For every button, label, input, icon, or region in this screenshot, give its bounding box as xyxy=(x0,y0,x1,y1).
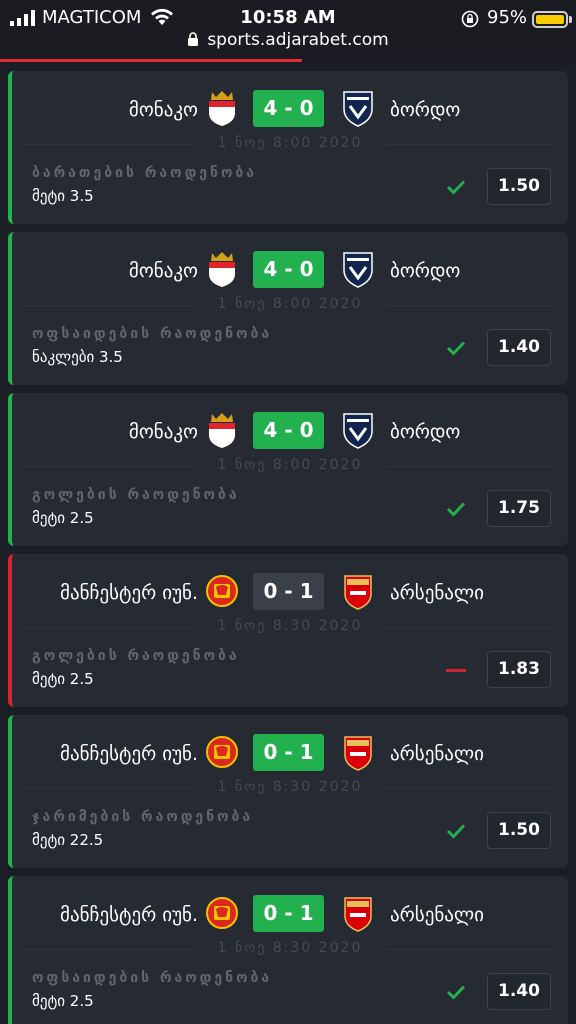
bet-selection: მეტი 2.5 xyxy=(32,509,94,527)
home-team-name: მანჩესტერ იუნ. xyxy=(60,743,198,765)
check-icon xyxy=(446,341,466,356)
bordeaux-crest-icon xyxy=(343,413,373,449)
status-bar: MAGTICOM 10:58 AM 95% sports.adjarabet.c… xyxy=(0,0,576,62)
home-team-name: მონაკო xyxy=(128,260,198,282)
away-team-name: არსენალი xyxy=(390,582,484,604)
odds-button[interactable]: 1.40 xyxy=(487,329,551,366)
address-bar[interactable]: sports.adjarabet.com xyxy=(0,30,576,50)
away-team-name: ბორდო xyxy=(390,99,461,121)
match-date: 1 ნოე 8:00 2020 xyxy=(12,457,568,473)
match-score: 4 - 0 xyxy=(253,412,324,449)
home-team-name: მონაკო xyxy=(128,99,198,121)
dash-icon xyxy=(446,669,466,672)
bet-selection: მეტი 3.5 xyxy=(32,187,94,205)
monaco-crest-icon xyxy=(209,91,235,126)
bet-card[interactable]: მონაკო 4 - 0 ბორდო 1 ნოე 8:00 2020 გოლებ… xyxy=(8,393,568,546)
match-date: 1 ნოე 8:00 2020 xyxy=(12,135,568,151)
bet-market: ჯარიმების რაოდენობა xyxy=(32,809,254,825)
bet-card[interactable]: მანჩესტერ იუნ. 0 - 1 არსენალი 1 ნოე 8:30… xyxy=(8,554,568,707)
away-team-name: ბორდო xyxy=(390,260,461,282)
odds-button[interactable]: 1.50 xyxy=(487,812,551,849)
man-utd-crest-icon xyxy=(206,575,238,607)
match-score: 4 - 0 xyxy=(253,251,324,288)
lock-icon xyxy=(188,32,199,46)
rotation-lock-icon xyxy=(461,10,479,28)
bordeaux-crest-icon xyxy=(343,91,373,127)
match-score: 0 - 1 xyxy=(253,895,324,932)
monaco-crest-icon xyxy=(209,413,235,448)
bet-market: ოფსაიდების რაოდენობა xyxy=(32,970,273,986)
match-date: 1 ნოე 8:00 2020 xyxy=(12,296,568,312)
bet-market: გოლების რაოდენობა xyxy=(32,487,240,503)
match-date: 1 ნოე 8:30 2020 xyxy=(12,618,568,634)
away-team-name: არსენალი xyxy=(390,904,484,926)
away-team-name: არსენალი xyxy=(390,743,484,765)
battery-percent: 95% xyxy=(487,7,528,28)
man-utd-crest-icon xyxy=(206,897,238,929)
odds-button[interactable]: 1.75 xyxy=(487,490,551,527)
battery-icon xyxy=(532,11,568,28)
bet-card[interactable]: მონაკო 4 - 0 ბორდო 1 ნოე 8:00 2020 ოფსაი… xyxy=(8,232,568,385)
home-team-name: მანჩესტერ იუნ. xyxy=(60,904,198,926)
bet-selection: მეტი 2.5 xyxy=(32,992,94,1010)
bet-selection: ნაკლები 3.5 xyxy=(32,348,123,366)
arsenal-crest-icon xyxy=(344,736,372,771)
bet-card[interactable]: მანჩესტერ იუნ. 0 - 1 არსენალი 1 ნოე 8:30… xyxy=(8,715,568,868)
away-team-name: ბორდო xyxy=(390,421,461,443)
check-icon xyxy=(446,180,466,195)
bet-list: მონაკო 4 - 0 ბორდო 1 ნოე 8:00 2020 ბარათ… xyxy=(8,71,568,1024)
bet-market: გოლების რაოდენობა xyxy=(32,648,240,664)
match-score: 4 - 0 xyxy=(253,90,324,127)
match-date: 1 ნოე 8:30 2020 xyxy=(12,940,568,956)
bet-selection: მეტი 2.5 xyxy=(32,670,94,688)
bet-market: ოფსაიდების რაოდენობა xyxy=(32,326,273,342)
page-load-progress xyxy=(0,59,302,62)
check-icon xyxy=(446,824,466,839)
arsenal-crest-icon xyxy=(344,897,372,932)
odds-button[interactable]: 1.83 xyxy=(487,651,551,688)
match-score: 0 - 1 xyxy=(253,573,324,610)
bet-card[interactable]: მანჩესტერ იუნ. 0 - 1 არსენალი 1 ნოე 8:30… xyxy=(8,876,568,1024)
man-utd-crest-icon xyxy=(206,736,238,768)
home-team-name: მანჩესტერ იუნ. xyxy=(60,582,198,604)
match-score: 0 - 1 xyxy=(253,734,324,771)
match-date: 1 ნოე 8:30 2020 xyxy=(12,779,568,795)
arsenal-crest-icon xyxy=(344,575,372,610)
monaco-crest-icon xyxy=(209,252,235,287)
check-icon xyxy=(446,985,466,1000)
bet-card[interactable]: მონაკო 4 - 0 ბორდო 1 ნოე 8:00 2020 ბარათ… xyxy=(8,71,568,224)
bordeaux-crest-icon xyxy=(343,252,373,288)
odds-button[interactable]: 1.40 xyxy=(487,973,551,1010)
url-text: sports.adjarabet.com xyxy=(207,30,389,50)
home-team-name: მონაკო xyxy=(128,421,198,443)
odds-button[interactable]: 1.50 xyxy=(487,168,551,205)
bet-selection: მეტი 22.5 xyxy=(32,831,104,849)
check-icon xyxy=(446,502,466,517)
bet-market: ბარათების რაოდენობა xyxy=(32,165,258,181)
